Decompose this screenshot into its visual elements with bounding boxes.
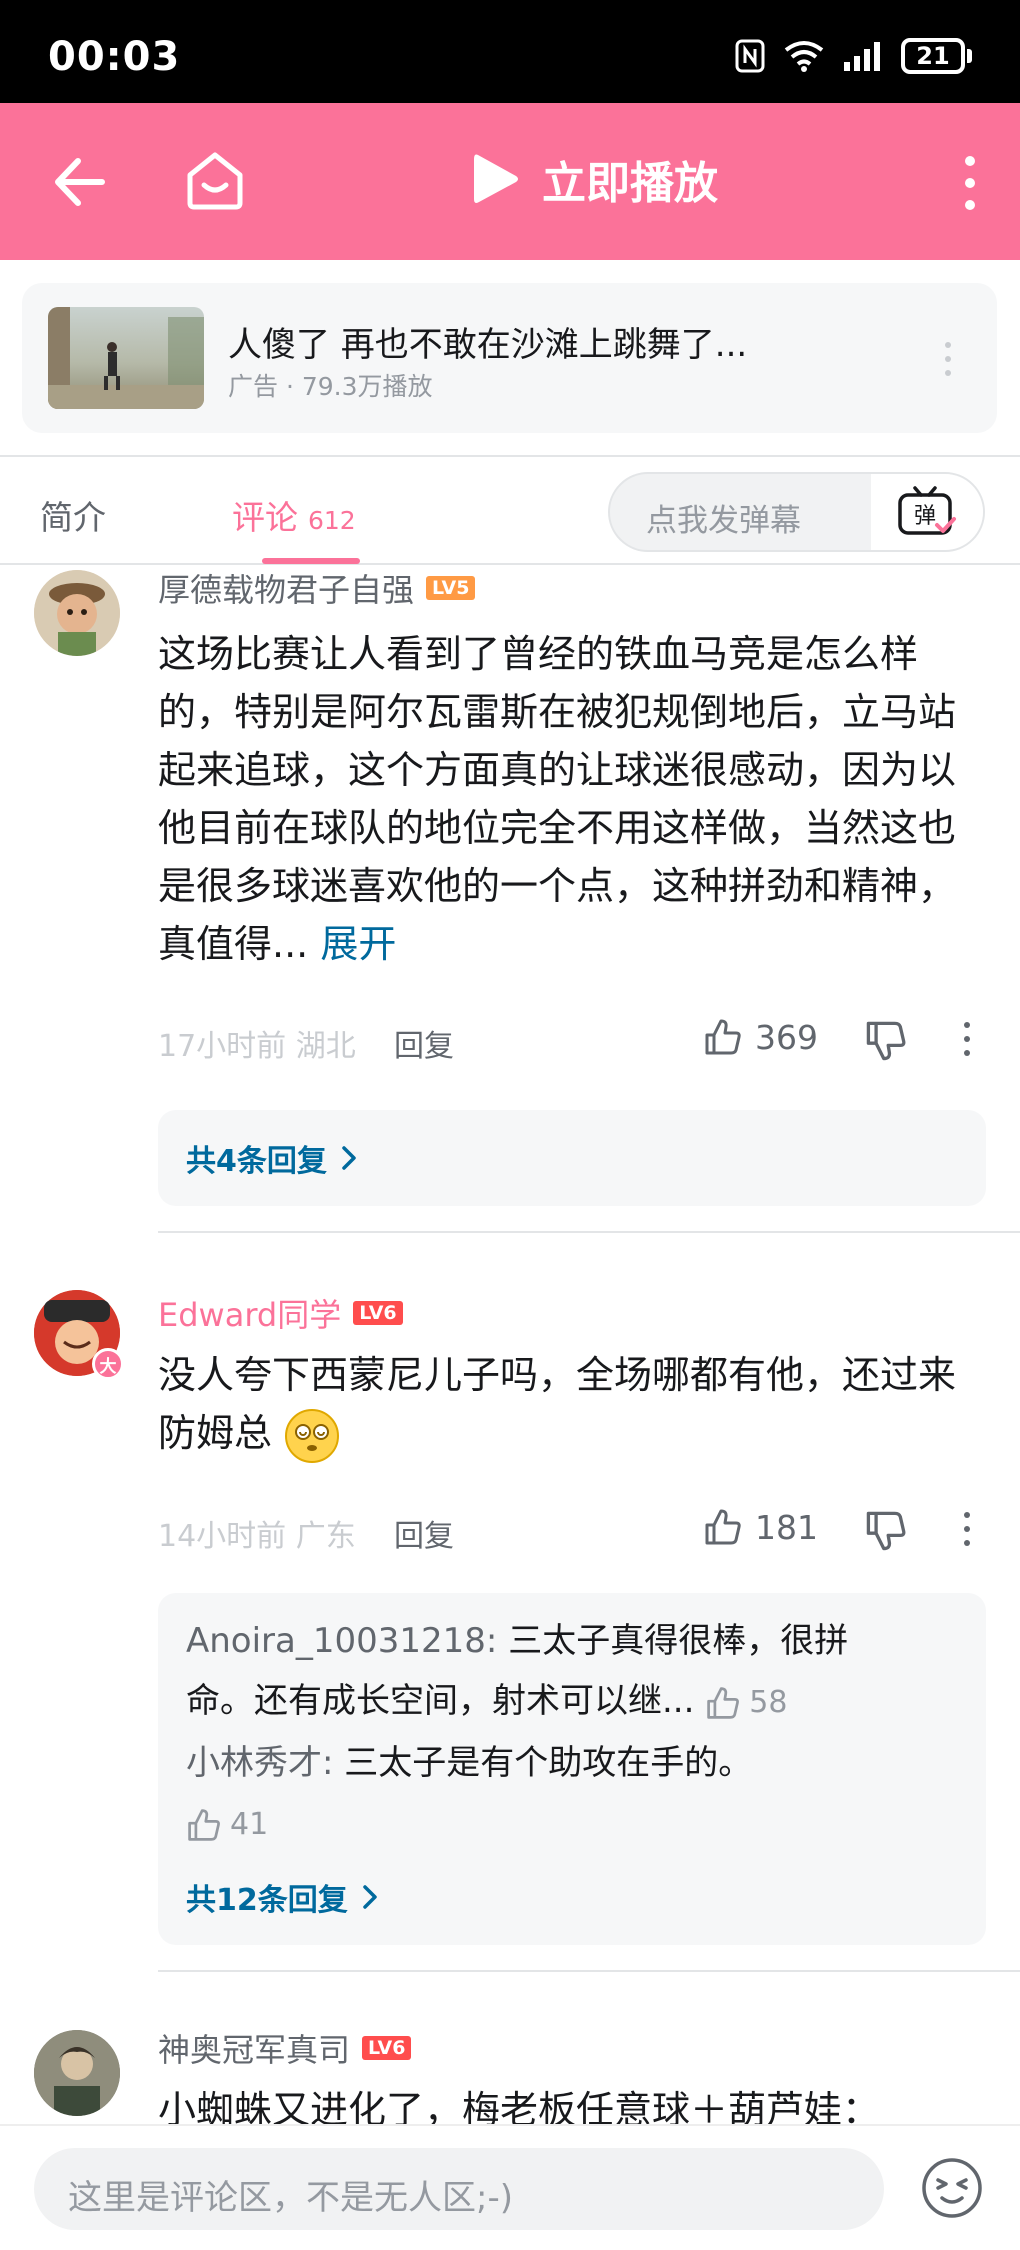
top-header: 立即播放 <box>0 103 1020 260</box>
reply-preview-box[interactable]: Anoira_10031218: 三太子真得很棒，很拼命。还有成长空间，射术可以… <box>158 1593 986 1945</box>
ad-card[interactable]: 人傻了 再也不敢在沙滩上跳舞了... 广告 · 79.3万播放 <box>22 283 997 433</box>
sub-reply-like[interactable]: 41 <box>186 1795 268 1855</box>
danmaku-icon: 弹 <box>898 486 956 535</box>
comment-more-icon[interactable] <box>962 1511 972 1547</box>
comment-time: 17小时前 湖北 <box>158 1029 356 1064</box>
danmaku-icon-text: 弹 <box>914 504 936 529</box>
avatar[interactable] <box>34 2030 120 2116</box>
dizzy-face-emoji-icon <box>285 1408 340 1463</box>
username[interactable]: 神奥冠军真司 <box>158 2025 350 2071</box>
sub-reply[interactable]: Anoira_10031218: 三太子真得很棒，很拼命。还有成长空间，射术可以… <box>186 1611 906 1733</box>
view-replies-label: 共4条回复 <box>186 1144 327 1179</box>
tab-comments-count: 612 <box>308 506 356 535</box>
reply-preview-box[interactable]: 共4条回复 <box>158 1110 986 1206</box>
like-count: 369 <box>755 1017 818 1057</box>
thumbs-up-icon <box>188 1808 220 1841</box>
nfc-icon <box>735 39 765 73</box>
status-time: 00:03 <box>48 34 181 80</box>
play-now-button[interactable]: 立即播放 <box>470 147 718 211</box>
ad-meta: 广告 · 79.3万播放 <box>228 372 433 401</box>
comment-text: 这场比赛让人看到了曾经的铁血马竞是怎么样的，特别是阿尔瓦雷斯在被犯规倒地后，立马… <box>158 625 978 973</box>
sub-reply-user[interactable]: Anoira_10031218: <box>186 1621 497 1661</box>
username[interactable]: 厚德载物君子自强 <box>158 565 414 611</box>
thumbs-up-icon <box>707 1686 740 1719</box>
comment-divider <box>158 1231 1020 1233</box>
reply-button[interactable]: 回复 <box>394 1511 454 1555</box>
ad-thumbnail <box>48 307 204 409</box>
status-icons: 21 <box>735 38 972 74</box>
sub-reply-user[interactable]: 小林秀才: <box>186 1743 333 1783</box>
play-icon <box>474 154 518 203</box>
tab-comments-label: 评论 <box>232 498 298 537</box>
sub-reply-like-count: 41 <box>230 1806 269 1842</box>
vip-badge: 大 <box>92 1348 124 1380</box>
view-replies-label: 共12条回复 <box>186 1883 348 1918</box>
avatar[interactable]: 大 <box>34 1290 124 1380</box>
expand-link[interactable]: 展开 <box>320 922 396 966</box>
avatar[interactable] <box>34 570 120 656</box>
tab-comments[interactable]: 评论 612 <box>232 491 356 539</box>
emoji-icon[interactable] <box>920 2156 984 2220</box>
ad-title: 人傻了 再也不敢在沙滩上跳舞了... <box>228 325 748 365</box>
comment-body: 这场比赛让人看到了曾经的铁血马竞是怎么样的，特别是阿尔瓦雷斯在被犯规倒地后，立马… <box>158 632 957 966</box>
ad-more-icon[interactable] <box>943 341 953 377</box>
battery-icon: 21 <box>901 38 972 74</box>
comment-input-placeholder: 这里是评论区，不是无人区;-) <box>68 2178 513 2218</box>
tab-active-indicator <box>262 558 360 564</box>
level-badge: LV6 <box>362 2036 412 2060</box>
thumbs-up-icon <box>705 1019 741 1055</box>
like-button[interactable]: 369 <box>703 1017 818 1057</box>
sub-reply-like-count: 58 <box>749 1684 788 1720</box>
play-now-label: 立即播放 <box>542 158 718 209</box>
danmaku-placeholder: 点我发弹幕 <box>646 503 801 539</box>
thumbs-down-icon[interactable] <box>864 1019 908 1063</box>
comment-input-bar: 这里是评论区，不是无人区;-) <box>0 2124 1020 2250</box>
tab-bar: 简介 评论 612 点我发弹幕 弹 <box>0 455 1020 565</box>
like-count: 181 <box>755 1507 818 1547</box>
thumbs-up-icon <box>705 1509 741 1545</box>
view-replies-link[interactable]: 共12条回复 <box>186 1875 378 1919</box>
like-button[interactable]: 181 <box>703 1507 818 1547</box>
comment-divider <box>158 1970 1020 1972</box>
home-icon[interactable] <box>182 147 248 213</box>
signal-icon <box>844 42 880 71</box>
tab-intro[interactable]: 简介 <box>40 491 106 539</box>
level-badge: LV6 <box>353 1301 403 1325</box>
thumbs-down-icon[interactable] <box>864 1509 908 1553</box>
danmaku-input[interactable]: 点我发弹幕 弹 <box>608 472 985 552</box>
reply-button[interactable]: 回复 <box>394 1021 454 1065</box>
comment-time: 14小时前 广东 <box>158 1519 356 1554</box>
wifi-icon <box>784 41 824 72</box>
comment-text: 没人夸下西蒙尼儿子吗，全场哪都有他，还过来防姆总 <box>158 1346 958 1464</box>
level-badge: LV5 <box>426 576 476 600</box>
chevron-right-icon <box>342 1146 356 1170</box>
sub-reply-like[interactable]: 58 <box>705 1673 787 1733</box>
chevron-right-icon <box>363 1885 377 1909</box>
comment-input[interactable]: 这里是评论区，不是无人区;-) <box>34 2148 884 2230</box>
back-arrow-icon[interactable] <box>48 151 110 213</box>
sub-reply[interactable]: 小林秀才: 三太子是有个助攻在手的。 41 <box>186 1733 766 1855</box>
view-replies-link[interactable]: 共4条回复 <box>186 1136 357 1180</box>
more-options-icon[interactable] <box>956 153 984 213</box>
sub-reply-text: 三太子是有个助攻在手的。 <box>333 1743 753 1783</box>
username[interactable]: Edward同学 <box>158 1290 341 1336</box>
comment-more-icon[interactable] <box>962 1021 972 1057</box>
comment-body: 没人夸下西蒙尼儿子吗，全场哪都有他，还过来防姆总 <box>158 1353 957 1455</box>
danmaku-toggle-button[interactable]: 弹 <box>871 474 983 550</box>
status-bar: 00:03 21 <box>0 0 1020 103</box>
battery-level: 21 <box>901 38 965 74</box>
